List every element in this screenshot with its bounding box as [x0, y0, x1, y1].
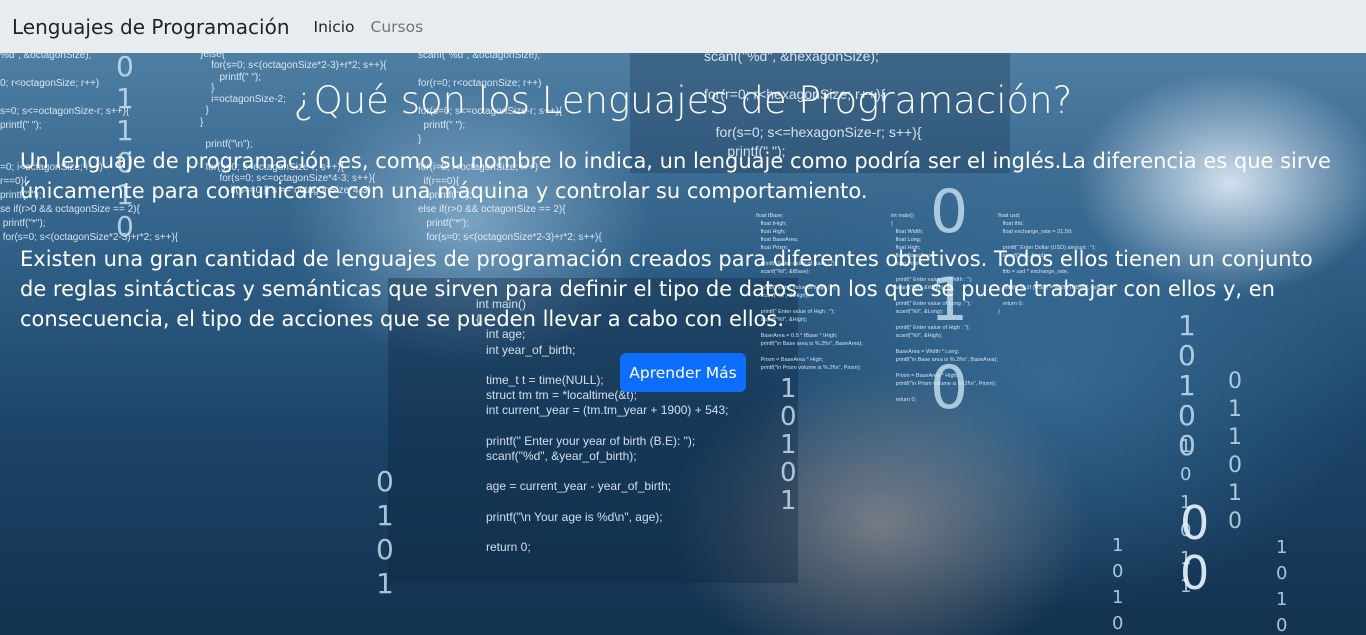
hero-content: ¿Qué son los Lenguajes de Programación? …: [0, 53, 1366, 635]
navbar-brand[interactable]: Lenguajes de Programación: [12, 15, 290, 39]
learn-more-button[interactable]: Aprender Más: [620, 353, 746, 392]
intro-paragraph: Un lenguaje de programación es, como su …: [20, 149, 1331, 203]
details-paragraph: Existen una gran cantidad de lenguajes d…: [20, 247, 1313, 331]
page-title: ¿Qué son los Lenguajes de Programación?: [293, 79, 1073, 122]
top-navbar: Lenguajes de Programación Inicio Cursos: [0, 0, 1366, 53]
nav-link-inicio[interactable]: Inicio: [314, 18, 355, 36]
nav-link-cursos[interactable]: Cursos: [371, 18, 424, 36]
